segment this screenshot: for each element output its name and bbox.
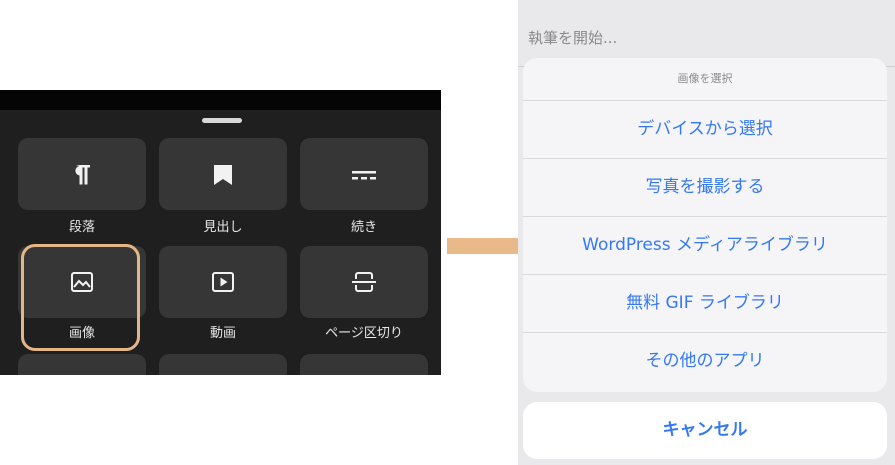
image-block-highlight: [21, 244, 140, 351]
block-more-label: 続き: [350, 220, 377, 235]
block-tile-row3-1[interactable]: [18, 354, 146, 375]
block-paragraph-button[interactable]: [18, 138, 146, 210]
more-icon: [352, 171, 376, 180]
block-tile-row3-2[interactable]: [159, 354, 287, 375]
panel-top-bar: [0, 90, 441, 110]
block-video-button[interactable]: [159, 246, 287, 318]
bookmark-icon: [214, 165, 232, 185]
block-heading-button[interactable]: [159, 138, 287, 210]
drag-handle[interactable]: [202, 118, 242, 123]
block-page-break-label: ページ区切り: [325, 326, 403, 341]
option-free-gif-library[interactable]: 無料 GIF ライブラリ: [523, 275, 887, 333]
block-more-button[interactable]: [300, 138, 428, 210]
block-paragraph-label: 段落: [68, 220, 95, 235]
block-video-label: 動画: [209, 326, 236, 341]
phone-screen: 執筆を開始... 画像を選択 デバイスから選択 写真を撮影する WordPres…: [518, 0, 895, 465]
block-page-break-button[interactable]: [300, 246, 428, 318]
action-sheet-title: 画像を選択: [523, 58, 887, 101]
block-tile-row3-3[interactable]: [300, 354, 428, 375]
editor-placeholder[interactable]: 執筆を開始...: [528, 27, 617, 48]
video-icon: [212, 272, 234, 292]
option-other-apps[interactable]: その他のアプリ: [523, 333, 887, 390]
action-sheet: 画像を選択 デバイスから選択 写真を撮影する WordPress メディアライブ…: [523, 58, 887, 392]
option-choose-from-device[interactable]: デバイスから選択: [523, 101, 887, 159]
cancel-button[interactable]: キャンセル: [523, 402, 887, 459]
option-take-photo[interactable]: 写真を撮影する: [523, 159, 887, 217]
paragraph-icon: [75, 165, 90, 185]
block-heading-label: 見出し: [203, 220, 243, 235]
page-break-icon: [352, 272, 376, 292]
option-wordpress-media-library[interactable]: WordPress メディアライブラリ: [523, 217, 887, 275]
